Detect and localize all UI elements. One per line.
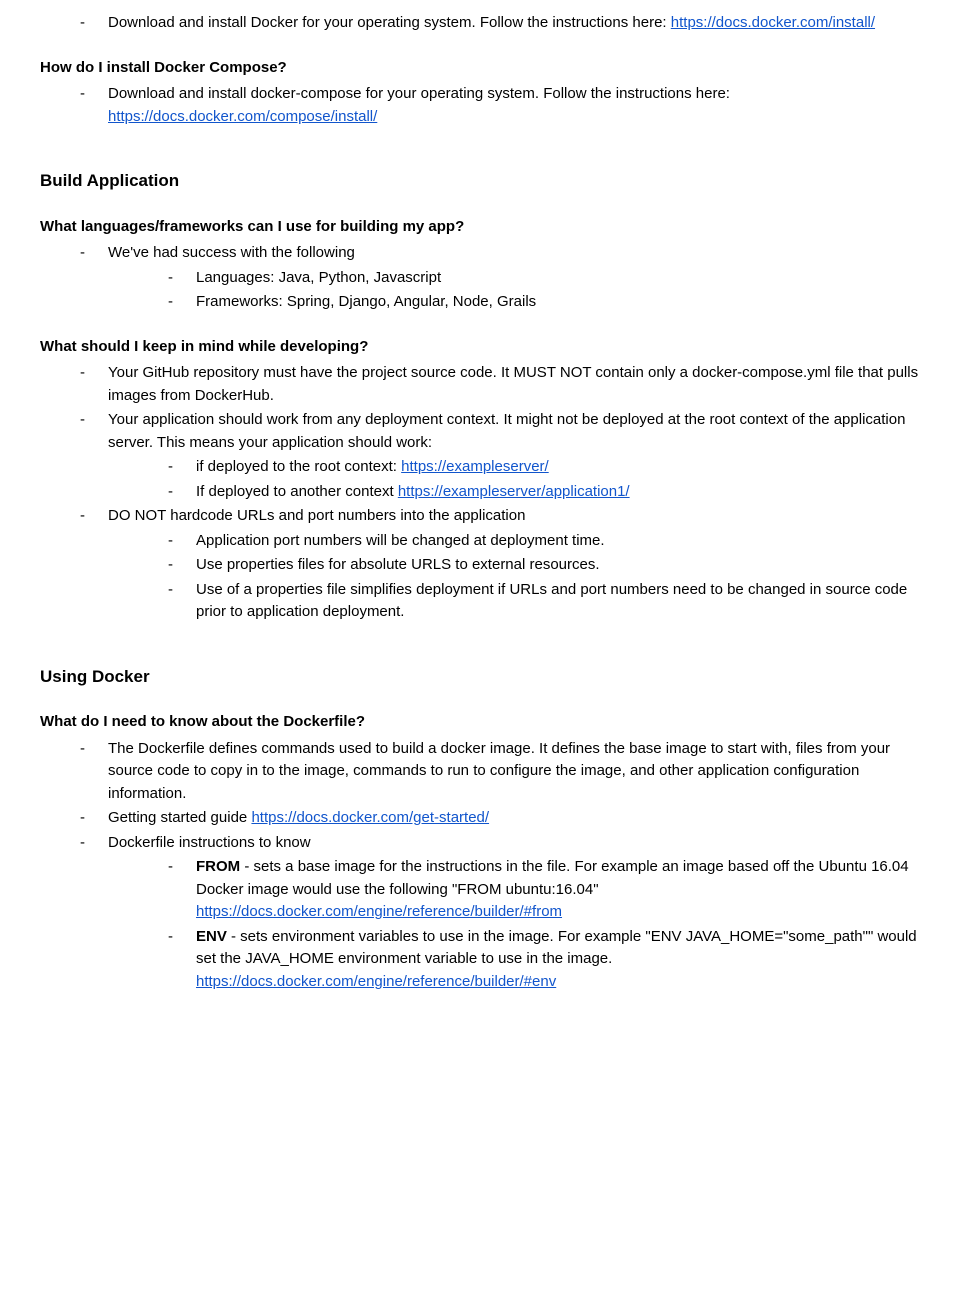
list-item: FROM - sets a base image for the instruc… [168,856,933,924]
list-item: Application port numbers will be changed… [168,530,933,553]
compose-link[interactable]: https://docs.docker.com/compose/install/ [108,108,377,125]
root-context-pre: if deployed to the root context: [196,458,401,475]
list-item: If deployed to another context https://e… [168,481,933,504]
developing-github: Your GitHub repository must have the pro… [108,364,918,404]
list-item: Getting started guide https://docs.docke… [80,807,933,830]
languages-lang: Languages: Java, Python, Javascript [196,269,441,286]
props-simplify-text: Use of a properties file simplifies depl… [196,581,907,621]
build-app-heading: Build Application [40,168,933,194]
from-text: - sets a base image for the instructions… [196,858,909,898]
dockerfile-list: The Dockerfile defines commands used to … [40,738,933,994]
languages-fw: Frameworks: Spring, Django, Angular, Nod… [196,293,536,310]
list-item: Download and install Docker for your ope… [80,12,933,35]
compose-heading: How do I install Docker Compose? [40,57,933,80]
languages-heading: What languages/frameworks can I use for … [40,216,933,239]
started-link[interactable]: https://docs.docker.com/get-started/ [251,809,489,826]
list-item: The Dockerfile defines commands used to … [80,738,933,806]
env-label: ENV [196,928,227,945]
list-item: Download and install docker-compose for … [80,83,933,128]
hardcode-sublist: Application port numbers will be changed… [108,530,933,624]
compose-text: Download and install docker-compose for … [108,85,730,102]
languages-sublist: Languages: Java, Python, Javascript Fram… [108,267,933,314]
from-link[interactable]: https://docs.docker.com/engine/reference… [196,903,562,920]
env-text: - sets environment variables to use in t… [196,928,917,968]
docker-install-list: Download and install Docker for your ope… [40,12,933,35]
other-context-pre: If deployed to another context [196,483,398,500]
dockerfile-heading: What do I need to know about the Dockerf… [40,711,933,734]
list-item: if deployed to the root context: https:/… [168,456,933,479]
developing-context: Your application should work from any de… [108,411,905,451]
instructions-sublist: FROM - sets a base image for the instruc… [108,856,933,993]
list-item: Languages: Java, Python, Javascript [168,267,933,290]
languages-intro: We've had success with the following [108,244,355,261]
root-context-link[interactable]: https://exampleserver/ [401,458,549,475]
list-item: Use of a properties file simplifies depl… [168,579,933,624]
env-link[interactable]: https://docs.docker.com/engine/reference… [196,973,556,990]
developing-list: Your GitHub repository must have the pro… [40,362,933,624]
hardcode-text: DO NOT hardcode URLs and port numbers in… [108,507,525,524]
docker-install-text: Download and install Docker for your ope… [108,14,671,31]
instructions-text: Dockerfile instructions to know [108,834,311,851]
compose-list: Download and install docker-compose for … [40,83,933,128]
languages-list: We've had success with the following Lan… [40,242,933,314]
developing-context-sublist: if deployed to the root context: https:/… [108,456,933,503]
list-item: Use properties files for absolute URLS t… [168,554,933,577]
started-pre: Getting started guide [108,809,251,826]
list-item: ENV - sets environment variables to use … [168,926,933,994]
list-item: Frameworks: Spring, Django, Angular, Nod… [168,291,933,314]
list-item: Your application should work from any de… [80,409,933,503]
list-item: Dockerfile instructions to know FROM - s… [80,832,933,994]
docker-install-link[interactable]: https://docs.docker.com/install/ [671,14,875,31]
ports-text: Application port numbers will be changed… [196,532,605,549]
list-item: We've had success with the following Lan… [80,242,933,314]
dockerfile-def: The Dockerfile defines commands used to … [108,740,890,802]
developing-heading: What should I keep in mind while develop… [40,336,933,359]
from-label: FROM [196,858,240,875]
using-docker-heading: Using Docker [40,664,933,690]
list-item: DO NOT hardcode URLs and port numbers in… [80,505,933,624]
other-context-link[interactable]: https://exampleserver/application1/ [398,483,630,500]
props-text: Use properties files for absolute URLS t… [196,556,600,573]
list-item: Your GitHub repository must have the pro… [80,362,933,407]
